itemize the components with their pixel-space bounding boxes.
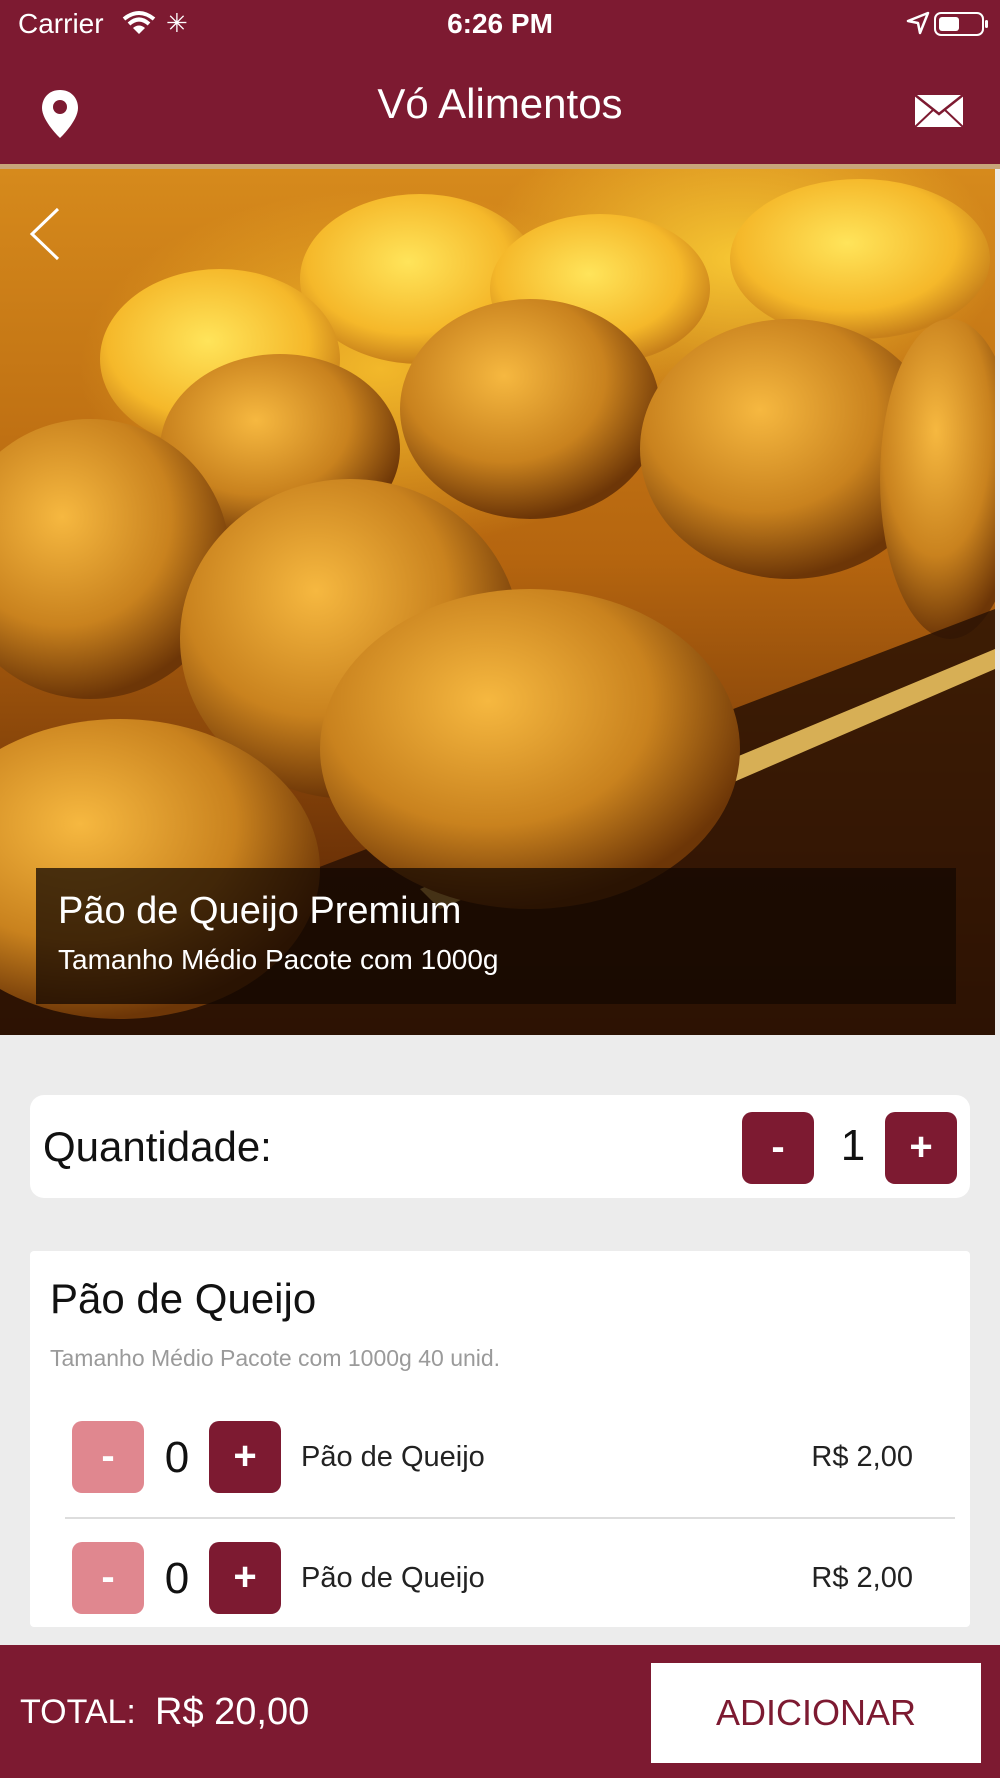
option-increase-button[interactable]: + <box>209 1542 281 1614</box>
status-time: 6:26 PM <box>447 8 553 39</box>
option-decrease-button[interactable]: - <box>72 1542 144 1614</box>
add-to-cart-button[interactable]: ADICIONAR <box>651 1663 981 1763</box>
quantity-increase-button[interactable]: + <box>885 1112 957 1184</box>
status-bar: Carrier ✳ 6:26 PM <box>0 0 1000 50</box>
option-increase-button[interactable]: + <box>209 1421 281 1493</box>
navigation-bar: Vó Alimentos <box>0 50 1000 164</box>
option-decrease-button[interactable]: - <box>72 1421 144 1493</box>
bottom-bar: TOTAL: R$ 20,00 ADICIONAR <box>0 1645 1000 1778</box>
total-label: TOTAL: <box>20 1693 136 1731</box>
option-row: - 0 + Pão de Queijo R$ 2,00 <box>30 1421 970 1495</box>
option-name: Pão de Queijo <box>301 1562 485 1594</box>
options-card: Pão de Queijo Tamanho Médio Pacote com 1… <box>30 1251 970 1627</box>
option-count: 0 <box>164 1554 190 1603</box>
product-image: Pão de Queijo Premium Tamanho Médio Paco… <box>0 169 995 1035</box>
option-divider <box>65 1517 955 1519</box>
quantity-value: 1 <box>840 1121 866 1170</box>
product-name: Pão de Queijo Premium <box>58 890 462 932</box>
total-value: R$ 20,00 <box>155 1691 310 1733</box>
options-subtitle: Tamanho Médio Pacote com 1000g 40 unid. <box>50 1345 501 1371</box>
quantity-card: Quantidade: - 1 + <box>30 1095 970 1198</box>
option-price: R$ 2,00 <box>811 1562 913 1594</box>
top-bar: Carrier ✳ 6:26 PM Vó Alimentos <box>0 0 1000 164</box>
battery-icon <box>934 12 988 36</box>
quantity-label: Quantidade: <box>43 1123 272 1170</box>
options-title: Pão de Queijo <box>50 1275 317 1322</box>
option-price: R$ 2,00 <box>811 1441 913 1473</box>
quantity-decrease-button[interactable]: - <box>742 1112 814 1184</box>
product-description: Tamanho Médio Pacote com 1000g <box>58 944 499 975</box>
location-arrow-icon <box>906 10 930 42</box>
mail-icon[interactable] <box>914 94 964 133</box>
option-count: 0 <box>164 1433 190 1482</box>
back-chevron-icon[interactable] <box>28 205 62 268</box>
option-row: - 0 + Pão de Queijo R$ 2,00 <box>30 1542 970 1616</box>
option-name: Pão de Queijo <box>301 1441 485 1473</box>
app-title: Vó Alimentos <box>377 80 623 127</box>
product-caption: Pão de Queijo Premium Tamanho Médio Paco… <box>36 868 956 1004</box>
